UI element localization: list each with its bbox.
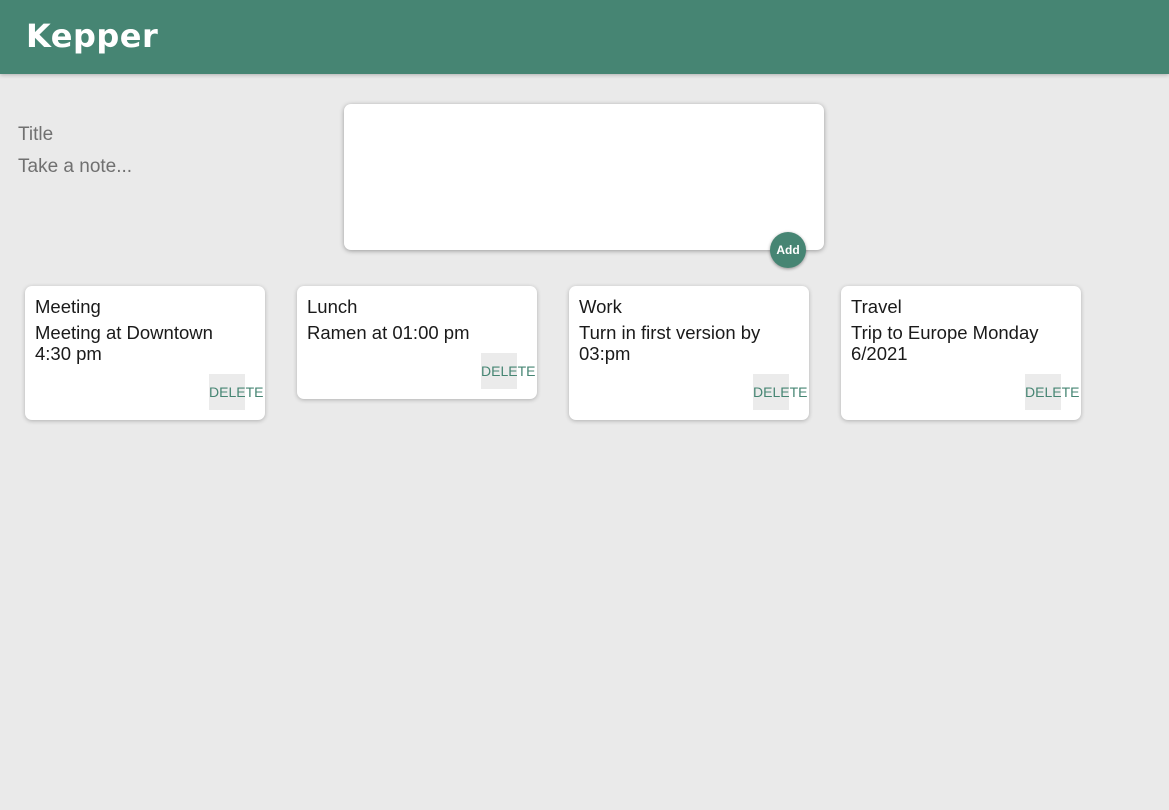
note-title: Work bbox=[579, 296, 622, 317]
note-card-lunch: Lunch Ramen at 01:00 pm DELETE bbox=[297, 286, 537, 399]
note-card-travel: Travel Trip to Europe Monday 6/2021 DELE… bbox=[841, 286, 1081, 420]
note-content: Turn in first version by 03:pm bbox=[579, 322, 761, 364]
delete-button[interactable]: DELETE bbox=[481, 353, 535, 389]
note-title: Meeting bbox=[35, 296, 101, 317]
app-header: Kepper bbox=[0, 0, 1169, 74]
note-content: Meeting at Downtown 4:30 pm bbox=[35, 322, 213, 364]
note-card-work: Work Turn in first version by 03:pm DELE… bbox=[569, 286, 809, 420]
note-content: Trip to Europe Monday 6/2021 bbox=[851, 322, 1039, 364]
delete-button[interactable]: DELETE bbox=[209, 374, 263, 410]
title-input[interactable] bbox=[18, 120, 458, 150]
app-title: Kepper bbox=[26, 17, 159, 55]
add-note-button[interactable]: Add bbox=[770, 232, 806, 268]
note-content-input[interactable] bbox=[18, 152, 458, 232]
note-content: Ramen at 01:00 pm bbox=[307, 322, 470, 343]
note-card-meeting: Meeting Meeting at Downtown 4:30 pm DELE… bbox=[25, 286, 265, 420]
note-title: Travel bbox=[851, 296, 902, 317]
note-title: Lunch bbox=[307, 296, 358, 317]
delete-button[interactable]: DELETE bbox=[1025, 374, 1079, 410]
delete-button[interactable]: DELETE bbox=[753, 374, 807, 410]
